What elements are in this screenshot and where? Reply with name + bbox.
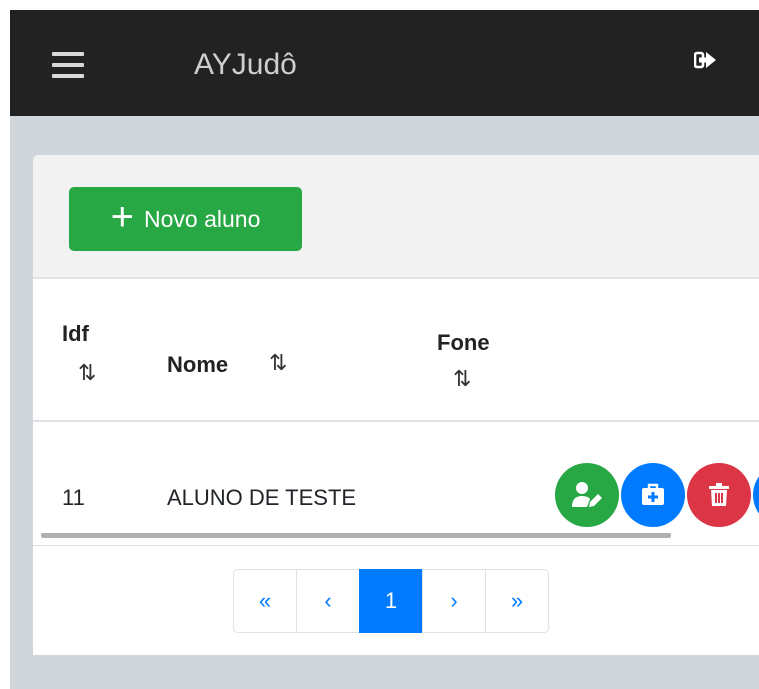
card-header: + Novo aluno <box>33 155 759 279</box>
trash-icon <box>709 483 729 506</box>
user-edit-icon <box>572 482 602 507</box>
previous-page-button[interactable]: ‹ <box>296 569 360 633</box>
sort-idf-icon[interactable]: ⇅ <box>78 360 96 386</box>
sort-fone-icon[interactable]: ⇅ <box>453 366 471 392</box>
column-header-idf[interactable]: Idf <box>62 321 89 347</box>
page-1-button[interactable]: 1 <box>359 569 423 633</box>
next-page-button[interactable]: › <box>422 569 486 633</box>
first-page-button[interactable]: « <box>233 569 297 633</box>
hamburger-menu-icon[interactable] <box>52 52 84 78</box>
column-header-nome[interactable]: Nome <box>167 352 228 378</box>
app-brand: AYJudô <box>194 48 297 81</box>
horizontal-scrollbar[interactable] <box>41 533 671 538</box>
row-id-cell: 11 <box>62 485 85 510</box>
sort-nome-icon[interactable]: ⇅ <box>269 350 287 376</box>
app-frame: AYJudô + Novo aluno Idf ⇅ Nome ⇅ Fone ⇅ … <box>10 10 759 689</box>
more-actions-button[interactable] <box>753 463 759 527</box>
sign-out-icon[interactable] <box>693 50 718 70</box>
table-header-divider <box>33 420 759 422</box>
delete-student-button[interactable] <box>687 463 751 527</box>
top-navbar: AYJudô <box>10 10 759 116</box>
plus-icon: + <box>110 195 134 239</box>
students-card: + Novo aluno Idf ⇅ Nome ⇅ Fone ⇅ 11 ALUN… <box>33 155 759 655</box>
new-student-button[interactable]: + Novo aluno <box>69 187 302 251</box>
column-header-fone[interactable]: Fone <box>437 330 490 356</box>
edit-student-button[interactable] <box>555 463 619 527</box>
table-row-divider <box>33 545 759 546</box>
medkit-icon <box>642 483 664 505</box>
last-page-button[interactable]: » <box>485 569 549 633</box>
pagination: « ‹ 1 › » <box>233 569 549 633</box>
medical-info-button[interactable] <box>621 463 685 527</box>
row-name-cell: ALUNO DE TESTE <box>167 485 357 510</box>
new-student-label: Novo aluno <box>144 205 261 232</box>
